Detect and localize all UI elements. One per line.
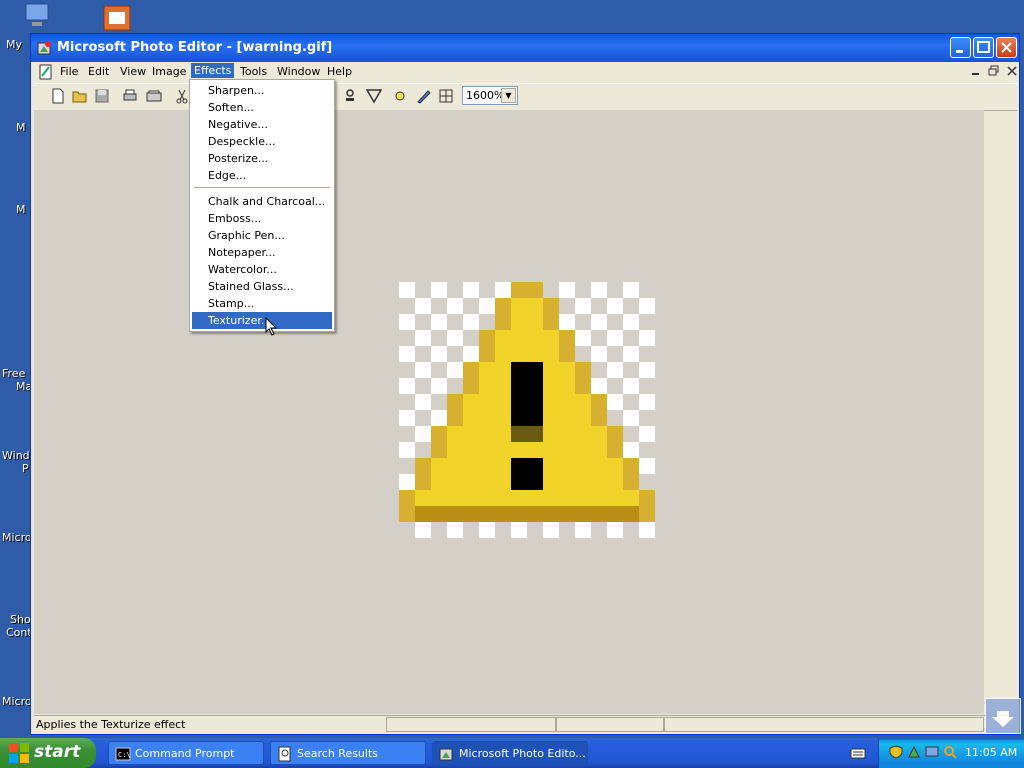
mdi-minimize-button[interactable] (970, 65, 982, 77)
presentation-icon[interactable] (102, 4, 132, 32)
menu-item-despeckle[interactable]: Despeckle... (192, 133, 332, 150)
desktop-icon-label: Sho (10, 613, 31, 626)
keyboard-icon[interactable] (850, 746, 866, 760)
close-button[interactable] (996, 37, 1017, 58)
taskbar-item-command-prompt[interactable]: C:\ Command Prompt (108, 741, 264, 765)
menu-bar: File Edit View Image Effects Tools Windo… (34, 62, 1017, 82)
monitor-icon[interactable] (925, 745, 939, 759)
menu-item-negative[interactable]: Negative... (192, 116, 332, 133)
open-icon[interactable] (72, 88, 88, 104)
search-results-icon (277, 746, 293, 762)
desktop-icon-label: Cont (6, 626, 32, 639)
status-pane (664, 717, 984, 732)
status-pane (386, 717, 556, 732)
menu-item-graphic-pen[interactable]: Graphic Pen... (192, 227, 332, 244)
menu-item-emboss[interactable]: Emboss... (192, 210, 332, 227)
menu-separator (194, 187, 330, 188)
menu-help[interactable]: Help (327, 65, 352, 78)
system-tray: 11:05 AM (878, 738, 1024, 768)
desktop-icon-label: M (16, 121, 26, 134)
zoom-value: 1600% (466, 89, 505, 102)
taskbar: start C:\ Command Prompt Search Results … (0, 738, 1024, 768)
desktop-icon-label: P (22, 462, 29, 475)
effects-menu: Sharpen... Soften... Negative... Despeck… (189, 79, 335, 332)
svg-text:C:\: C:\ (118, 751, 131, 759)
my-computer-icon[interactable] (22, 2, 54, 30)
shield-icon[interactable] (889, 745, 903, 759)
scan-icon[interactable] (146, 88, 162, 104)
cut-icon[interactable] (174, 88, 190, 104)
mdi-restore-button[interactable] (988, 65, 1000, 77)
menu-item-texturizer[interactable]: Texturizer... (192, 312, 332, 329)
cmd-icon: C:\ (115, 746, 131, 762)
photo-editor-icon (37, 40, 53, 56)
print-icon[interactable] (122, 88, 138, 104)
clock: 11:05 AM (965, 746, 1018, 759)
status-bar: Applies the Texturize effect (34, 715, 1017, 734)
maximize-button[interactable] (973, 37, 994, 58)
menu-item-stained-glass[interactable]: Stained Glass... (192, 278, 332, 295)
warning-image (399, 282, 655, 538)
pen-tool-icon[interactable] (416, 88, 432, 104)
taskbar-item-photo-editor[interactable]: Microsoft Photo Edito... (432, 741, 588, 765)
menu-edit[interactable]: Edit (88, 65, 109, 78)
title-bar[interactable]: Microsoft Photo Editor - [warning.gif] (31, 34, 1019, 62)
stamp-tool-icon[interactable] (342, 88, 358, 104)
windows-logo-icon (9, 743, 29, 763)
chevron-down-icon[interactable]: ▼ (501, 88, 516, 103)
zoom-select[interactable]: 1600% ▼ (462, 86, 518, 105)
menu-item-posterize[interactable]: Posterize... (192, 150, 332, 167)
mdi-close-button[interactable] (1006, 65, 1018, 77)
taskbar-item-search-results[interactable]: Search Results (270, 741, 426, 765)
menu-item-sharpen[interactable]: Sharpen... (192, 82, 332, 99)
menu-view[interactable]: View (120, 65, 146, 78)
desktop-icon-label: M (16, 203, 26, 216)
menu-item-watercolor[interactable]: Watercolor... (192, 261, 332, 278)
menu-tools[interactable]: Tools (240, 65, 267, 78)
start-label: start (34, 742, 81, 762)
menu-item-chalk-charcoal[interactable]: Chalk and Charcoal... (192, 193, 332, 210)
grid-tool-icon[interactable] (438, 88, 454, 104)
funnel-tool-icon[interactable] (365, 88, 383, 104)
menu-item-soften[interactable]: Soften... (192, 99, 332, 116)
new-icon[interactable] (50, 88, 66, 104)
status-pane (556, 717, 664, 732)
menu-item-stamp[interactable]: Stamp... (192, 295, 332, 312)
menu-image[interactable]: Image (152, 65, 186, 78)
desktop-icon-label: My (6, 38, 23, 51)
menu-window[interactable]: Window (277, 65, 320, 78)
brightness-icon[interactable] (392, 88, 408, 104)
network-icon[interactable] (907, 745, 921, 759)
status-text: Applies the Texturize effect (36, 718, 186, 731)
start-button[interactable]: start (0, 738, 96, 768)
save-icon[interactable] (94, 88, 110, 104)
photo-editor-icon (439, 746, 455, 762)
desktop-icon-label: Free (2, 367, 26, 380)
search-icon[interactable] (943, 745, 957, 759)
menu-effects[interactable]: Effects (191, 63, 235, 78)
menu-item-notepaper[interactable]: Notepaper... (192, 244, 332, 261)
image-canvas[interactable] (34, 110, 984, 714)
window-title: Microsoft Photo Editor - [warning.gif] (57, 40, 333, 55)
toolbar: 1600% ▼ (34, 83, 1017, 111)
photo-editor-window: Microsoft Photo Editor - [warning.gif] F… (30, 33, 1020, 735)
document-icon[interactable] (38, 64, 54, 80)
mouse-cursor-icon (265, 317, 278, 336)
menu-item-edge[interactable]: Edge... (192, 167, 332, 184)
minimize-button[interactable] (950, 37, 971, 58)
scroll-down-button[interactable] (985, 698, 1021, 734)
menu-file[interactable]: File (60, 65, 78, 78)
